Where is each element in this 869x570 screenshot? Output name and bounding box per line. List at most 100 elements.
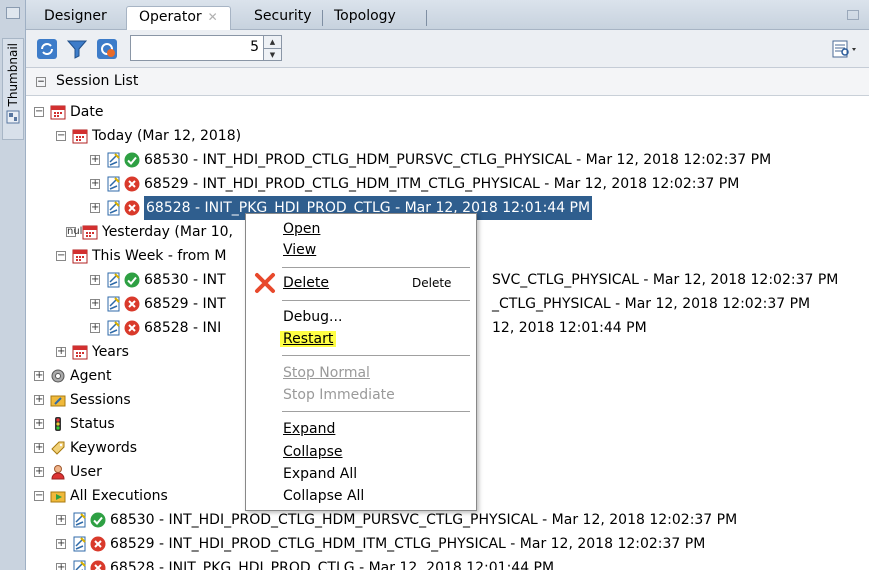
tree-node-date[interactable]: − Date bbox=[26, 100, 869, 124]
close-tab-icon[interactable]: ✕ bbox=[208, 10, 218, 24]
expand-node-icon[interactable]: + bbox=[90, 299, 100, 309]
expand-node-icon[interactable]: + bbox=[56, 539, 66, 549]
context-menu: Open View Delete Delete Debug... Restart… bbox=[245, 213, 477, 511]
sessions-folder-icon bbox=[50, 392, 66, 408]
spinner-down-icon[interactable]: ▼ bbox=[264, 48, 281, 60]
filter-icon[interactable] bbox=[66, 38, 88, 60]
thumbnail-label: Thumbnail bbox=[6, 43, 20, 107]
tree-node-keywords-text: Keywords bbox=[70, 440, 138, 456]
session-row[interactable]: +68529 - INT_HDI_PROD_CTLG_HDM_ITM_CTLG_… bbox=[26, 172, 869, 196]
session-icon bbox=[106, 200, 122, 216]
expand-node-icon[interactable]: + bbox=[34, 395, 44, 405]
expand-node-icon[interactable]: + bbox=[90, 179, 100, 189]
tree-node-years-text: Years bbox=[92, 344, 129, 360]
menu-view[interactable]: View bbox=[283, 239, 316, 261]
calendar-icon bbox=[50, 104, 66, 120]
collapse-panel-icon[interactable]: − bbox=[36, 77, 46, 87]
success-status-icon bbox=[124, 152, 140, 168]
error-status-icon bbox=[124, 296, 140, 312]
menu-restart[interactable]: Restart bbox=[280, 328, 337, 350]
tree-node-date-text: Date bbox=[70, 104, 104, 120]
tab-operator[interactable]: Operator ✕ bbox=[126, 6, 231, 30]
expand-node-icon[interactable]: + bbox=[90, 275, 100, 285]
tab-security-label: Security bbox=[254, 8, 312, 24]
expand-node-icon[interactable]: + bbox=[90, 323, 100, 333]
error-status-icon bbox=[90, 560, 106, 570]
session-icon bbox=[106, 152, 122, 168]
auto-refresh-icon[interactable] bbox=[96, 38, 118, 60]
minimize-icon[interactable] bbox=[847, 10, 859, 20]
session-list-header[interactable]: − Session List bbox=[26, 68, 869, 96]
collapse-node-icon[interactable]: − bbox=[34, 107, 44, 117]
session-row[interactable]: +68529 - INT_HDI_PROD_CTLG_HDM_ITM_CTLG_… bbox=[26, 532, 869, 556]
tree-node-sessions-text: Sessions bbox=[70, 392, 131, 408]
delete-icon bbox=[255, 273, 275, 293]
expand-node-icon[interactable]: + bbox=[34, 443, 44, 453]
menu-stop-normal-label: Stop Normal bbox=[283, 365, 370, 381]
menu-view-label: View bbox=[283, 242, 317, 258]
user-icon bbox=[50, 464, 66, 480]
expand-node-icon[interactable]: + bbox=[56, 563, 66, 570]
tab-security[interactable]: Security bbox=[242, 6, 324, 30]
session-row-text-right: 12, 2018 12:01:44 PM bbox=[492, 320, 647, 336]
session-row-text: 68529 - INT_HDI_PROD_CTLG_HDM_ITM_CTLG_P… bbox=[110, 536, 706, 552]
session-icon bbox=[72, 536, 88, 552]
tree-node-yesterday-text: Yesterday (Mar 10, bbox=[102, 224, 234, 240]
menu-separator bbox=[282, 300, 470, 301]
menu-stop-immediate: Stop Immediate bbox=[283, 384, 395, 406]
spinner-value[interactable]: 5 bbox=[250, 39, 259, 55]
menu-expand[interactable]: Expand bbox=[283, 418, 335, 440]
tree-node-today[interactable]: − Today (Mar 12, 2018) bbox=[26, 124, 869, 148]
expand-node-icon[interactable]: + bbox=[34, 467, 44, 477]
spinner-up-icon[interactable]: ▲ bbox=[264, 36, 281, 48]
view-options-icon[interactable] bbox=[831, 38, 861, 60]
session-row-text: 68530 - INT_HDI_PROD_CTLG_HDM_PURSVC_CTL… bbox=[144, 152, 772, 168]
error-status-icon bbox=[124, 200, 140, 216]
session-row-text: 68530 - INT bbox=[144, 272, 226, 288]
panel-title: Session List bbox=[56, 73, 139, 89]
expand-node-icon[interactable]: null bbox=[66, 227, 85, 237]
session-row[interactable]: +68530 - INT_HDI_PROD_CTLG_HDM_PURSVC_CT… bbox=[26, 508, 869, 532]
error-status-icon bbox=[124, 320, 140, 336]
session-icon bbox=[106, 320, 122, 336]
session-row-text-right: SVC_CTLG_PHYSICAL - Mar 12, 2018 12:02:3… bbox=[492, 272, 839, 288]
menu-delete[interactable]: Delete bbox=[283, 272, 329, 294]
menu-collapse-all-label: Collapse All bbox=[283, 488, 365, 504]
collapse-node-icon[interactable]: − bbox=[56, 251, 66, 261]
menu-expand-label: Expand bbox=[283, 421, 336, 437]
collapse-node-icon[interactable]: − bbox=[56, 131, 66, 141]
menu-collapse-all[interactable]: Collapse All bbox=[283, 485, 364, 507]
tree-node-this-week-text: This Week - from M bbox=[92, 248, 227, 264]
menu-collapse[interactable]: Collapse bbox=[283, 441, 343, 463]
refresh-icon[interactable] bbox=[36, 38, 58, 60]
session-row[interactable]: +68528 - INIT_PKG_HDI_PROD_CTLG - Mar 12… bbox=[26, 556, 869, 570]
menu-debug-label: Debug... bbox=[283, 309, 343, 325]
menu-open[interactable]: Open bbox=[283, 218, 320, 240]
session-row-text: 68529 - INT bbox=[144, 296, 226, 312]
tab-operator-label: Operator bbox=[139, 9, 202, 25]
session-row[interactable]: +68530 - INT_HDI_PROD_CTLG_HDM_PURSVC_CT… bbox=[26, 148, 869, 172]
menu-stop-immediate-label: Stop Immediate bbox=[283, 387, 395, 403]
menu-open-label: Open bbox=[283, 221, 321, 237]
thumbnail-tab[interactable]: Thumbnail bbox=[2, 38, 24, 140]
error-status-icon bbox=[90, 536, 106, 552]
expand-node-icon[interactable]: + bbox=[90, 155, 100, 165]
calendar-icon bbox=[82, 224, 98, 240]
tab-designer[interactable]: Designer bbox=[32, 6, 119, 30]
menu-expand-all[interactable]: Expand All bbox=[283, 463, 357, 485]
expand-node-icon[interactable]: + bbox=[34, 419, 44, 429]
expand-node-icon[interactable]: + bbox=[90, 203, 100, 213]
session-icon bbox=[72, 512, 88, 528]
restore-icon[interactable] bbox=[6, 7, 20, 19]
tab-separator bbox=[426, 10, 427, 26]
expand-node-icon[interactable]: + bbox=[56, 515, 66, 525]
menu-separator bbox=[282, 411, 470, 412]
calendar-icon bbox=[72, 128, 88, 144]
error-status-icon bbox=[124, 176, 140, 192]
refresh-interval-spinner[interactable]: 5 ▲ ▼ bbox=[130, 35, 282, 61]
tab-topology[interactable]: Topology bbox=[322, 6, 408, 30]
menu-debug[interactable]: Debug... bbox=[283, 306, 342, 328]
expand-node-icon[interactable]: + bbox=[34, 371, 44, 381]
collapse-node-icon[interactable]: − bbox=[34, 491, 44, 501]
expand-node-icon[interactable]: + bbox=[56, 347, 66, 357]
